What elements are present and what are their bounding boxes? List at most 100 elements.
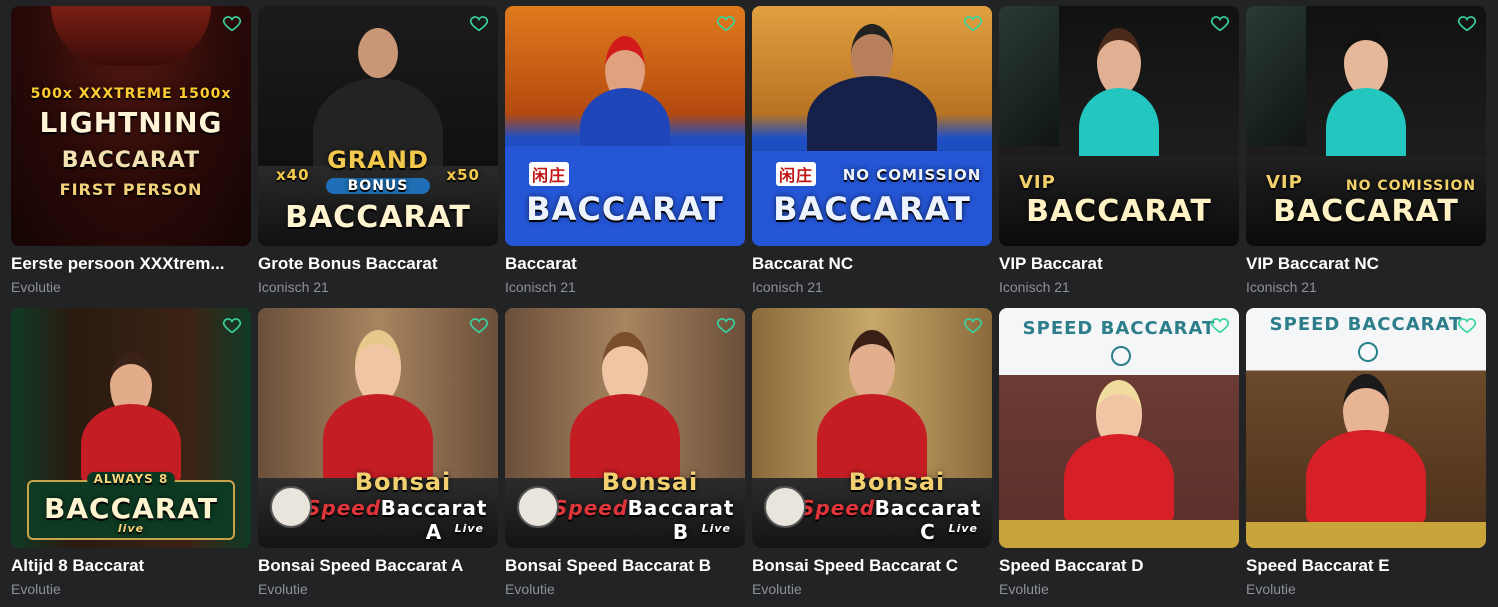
art-text: 闲庄: [776, 162, 817, 186]
game-provider: Iconisch 21: [752, 279, 823, 295]
art-text: BACCARAT: [61, 148, 201, 173]
game-thumbnail[interactable]: Bonsai Speed Baccarat C Live: [752, 308, 992, 548]
art-text: x50: [446, 166, 480, 184]
art-text: Bonsai: [848, 468, 946, 496]
game-title[interactable]: Bonsai Speed Baccarat C: [752, 556, 992, 576]
game-thumbnail[interactable]: 闲庄 BACCARAT: [505, 6, 745, 246]
game-thumbnail[interactable]: Bonsai Speed Baccarat A Live: [258, 308, 498, 548]
heart-outline-icon[interactable]: [715, 314, 737, 336]
art-text: BACCARAT: [1026, 194, 1212, 229]
game-provider: Evolutie: [999, 581, 1049, 597]
art-text: 闲庄: [529, 162, 570, 186]
heart-outline-icon[interactable]: [962, 12, 984, 34]
game-card[interactable]: VIP BACCARAT VIP Baccarat Iconisch 21: [999, 6, 1239, 295]
dealer-head: [849, 330, 895, 402]
game-thumbnail[interactable]: 闲庄 NO COMISSION BACCARAT: [752, 6, 992, 246]
game-provider: Evolutie: [11, 581, 61, 597]
art-text: ALWAYS 8: [87, 472, 175, 486]
game-thumbnail[interactable]: VIP BACCARAT: [999, 6, 1239, 246]
game-provider: Evolutie: [11, 279, 61, 295]
heart-outline-icon[interactable]: [962, 314, 984, 336]
game-card[interactable]: Bonsai Speed Baccarat B Live Bonsai Spee…: [505, 308, 745, 597]
art-text: BONUS: [326, 178, 430, 194]
art-text: BACCARAT: [526, 190, 724, 228]
bonsai-badge-icon: [517, 486, 559, 528]
heart-outline-icon[interactable]: [468, 314, 490, 336]
art-text: x40: [276, 166, 310, 184]
game-title[interactable]: Altijd 8 Baccarat: [11, 556, 251, 576]
game-title[interactable]: Speed Baccarat E: [1246, 556, 1486, 576]
game-title[interactable]: VIP Baccarat NC: [1246, 254, 1486, 274]
game-title[interactable]: VIP Baccarat: [999, 254, 1239, 274]
heart-outline-icon[interactable]: [1209, 314, 1231, 336]
art-text: SPEED BACCARAT: [1269, 314, 1463, 335]
heart-outline-icon[interactable]: [468, 12, 490, 34]
dealer-head: [1097, 28, 1141, 96]
speed-emblem-icon: [1358, 342, 1378, 362]
game-card[interactable]: GRAND x40 x50 BONUS BACCARAT Grote Bonus…: [258, 6, 498, 295]
art-text: 500x XXXTREME 1500x: [30, 86, 232, 102]
game-provider: Evolutie: [1246, 581, 1296, 597]
art-text: Live: [948, 522, 978, 535]
game-provider: Iconisch 21: [1246, 279, 1317, 295]
game-provider: Iconisch 21: [258, 279, 329, 295]
speed-emblem-icon: [1111, 346, 1131, 366]
art-text: Baccarat B: [627, 496, 735, 544]
game-card[interactable]: 闲庄 BACCARAT Baccarat Iconisch 21: [505, 6, 745, 295]
bonsai-badge-icon: [764, 486, 806, 528]
art-text: Bonsai: [354, 468, 452, 496]
dealer-figure: [1306, 430, 1426, 525]
game-thumbnail[interactable]: VIP NO COMISSION BACCARAT: [1246, 6, 1486, 246]
game-card[interactable]: ALWAYS 8 BACCARAT live Altijd 8 Baccarat…: [11, 308, 251, 597]
heart-outline-icon[interactable]: [1456, 12, 1478, 34]
game-title[interactable]: Baccarat: [505, 254, 745, 274]
game-card[interactable]: Bonsai Speed Baccarat C Live Bonsai Spee…: [752, 308, 992, 597]
game-provider: Evolutie: [505, 581, 555, 597]
game-card[interactable]: SPEED BACCARAT Speed Baccarat D Evolutie: [999, 308, 1239, 597]
game-thumbnail[interactable]: Bonsai Speed Baccarat B Live: [505, 308, 745, 548]
art-text: BACCARAT: [1273, 194, 1459, 229]
art-text: VIP: [1266, 172, 1303, 193]
art-text: Live: [454, 522, 484, 535]
game-card[interactable]: SPEED BACCARAT Speed Baccarat E Evolutie: [1246, 308, 1486, 597]
heart-outline-icon[interactable]: [715, 12, 737, 34]
heart-outline-icon[interactable]: [221, 314, 243, 336]
game-title[interactable]: Grote Bonus Baccarat: [258, 254, 498, 274]
game-title[interactable]: Bonsai Speed Baccarat B: [505, 556, 745, 576]
art-text: LIGHTNING: [39, 106, 223, 139]
game-card[interactable]: VIP NO COMISSION BACCARAT VIP Baccarat N…: [1246, 6, 1486, 295]
art-text: SPEED BACCARAT: [1022, 318, 1216, 339]
dealer-head: [1344, 28, 1388, 96]
game-card[interactable]: 闲庄 NO COMISSION BACCARAT Baccarat NC Ico…: [752, 6, 992, 295]
game-provider: Evolutie: [752, 581, 802, 597]
game-thumbnail[interactable]: SPEED BACCARAT: [1246, 308, 1486, 548]
game-thumbnail[interactable]: 500x XXXTREME 1500x LIGHTNING BACCARAT F…: [11, 6, 251, 246]
game-title[interactable]: Bonsai Speed Baccarat A: [258, 556, 498, 576]
game-card[interactable]: 500x XXXTREME 1500x LIGHTNING BACCARAT F…: [11, 6, 251, 295]
art-text: NO COMISSION: [1345, 178, 1477, 194]
game-provider: Evolutie: [258, 581, 308, 597]
heart-outline-icon[interactable]: [221, 12, 243, 34]
game-card[interactable]: Bonsai Speed Baccarat A Live Bonsai Spee…: [258, 308, 498, 597]
dealer-head: [355, 330, 401, 404]
dealer-figure: [1064, 434, 1174, 524]
art-text: live: [117, 522, 145, 535]
heart-outline-icon[interactable]: [1456, 314, 1478, 336]
game-thumbnail[interactable]: ALWAYS 8 BACCARAT live: [11, 308, 251, 548]
art-text: BACCARAT: [773, 190, 971, 228]
game-grid: 500x XXXTREME 1500x LIGHTNING BACCARAT F…: [11, 6, 1486, 597]
art-text: Baccarat C: [874, 496, 982, 544]
art-text: Baccarat A: [380, 496, 488, 544]
game-title[interactable]: Speed Baccarat D: [999, 556, 1239, 576]
art-text: NO COMISSION: [842, 166, 982, 184]
game-thumbnail[interactable]: SPEED BACCARAT: [999, 308, 1239, 548]
game-title[interactable]: Baccarat NC: [752, 254, 992, 274]
dealer-head: [358, 28, 398, 78]
art-text: BACCARAT: [44, 492, 218, 525]
heart-outline-icon[interactable]: [1209, 12, 1231, 34]
game-title[interactable]: Eerste persoon XXXtrem...: [11, 254, 251, 274]
art-text: VIP: [1019, 172, 1056, 193]
art-text: BACCARAT: [285, 200, 471, 235]
game-provider: Iconisch 21: [505, 279, 576, 295]
game-thumbnail[interactable]: GRAND x40 x50 BONUS BACCARAT: [258, 6, 498, 246]
